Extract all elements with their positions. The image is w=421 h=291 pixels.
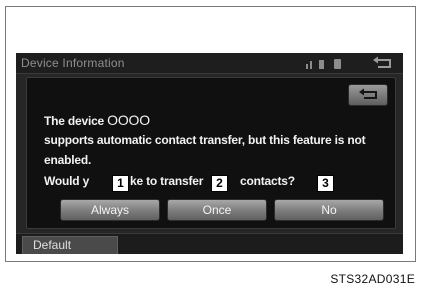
device-name: OOOO	[107, 112, 150, 128]
back-icon[interactable]	[370, 55, 396, 72]
device-screen: Device Information The device OOOO suppo…	[16, 53, 403, 254]
return-icon	[359, 88, 377, 99]
dialog-back-button[interactable]	[348, 84, 388, 106]
status-icons	[306, 57, 366, 71]
default-button[interactable]: Default	[22, 236, 118, 254]
contact-transfer-dialog: The device OOOO supports automatic conta…	[26, 77, 396, 229]
callout-2: 2	[211, 175, 228, 192]
message-line-3: enabled.	[44, 153, 92, 167]
title-bar: Device Information	[16, 53, 403, 74]
message-line-2: supports automatic contact transfer, but…	[44, 133, 366, 147]
figure-code: STS32AD031E	[330, 272, 415, 286]
signal-icon	[306, 64, 308, 69]
message-prefix: The device	[44, 114, 105, 128]
once-button[interactable]: Once	[167, 199, 267, 221]
message-line-4a: Would y	[44, 174, 90, 188]
phone-icon	[334, 59, 341, 69]
callout-3: 3	[317, 175, 334, 192]
screen-title: Device Information	[21, 56, 125, 70]
bottom-bar: Default	[16, 233, 403, 254]
message-line-1: The device OOOO	[44, 112, 150, 128]
callout-1: 1	[112, 175, 129, 192]
signal-bar-icon	[310, 61, 312, 69]
message-line-4b: ke to transfer	[130, 174, 204, 188]
no-button[interactable]: No	[274, 199, 384, 221]
always-button[interactable]: Always	[60, 199, 160, 221]
message-line-4c: contacts?	[240, 174, 295, 188]
battery-icon	[319, 60, 324, 69]
